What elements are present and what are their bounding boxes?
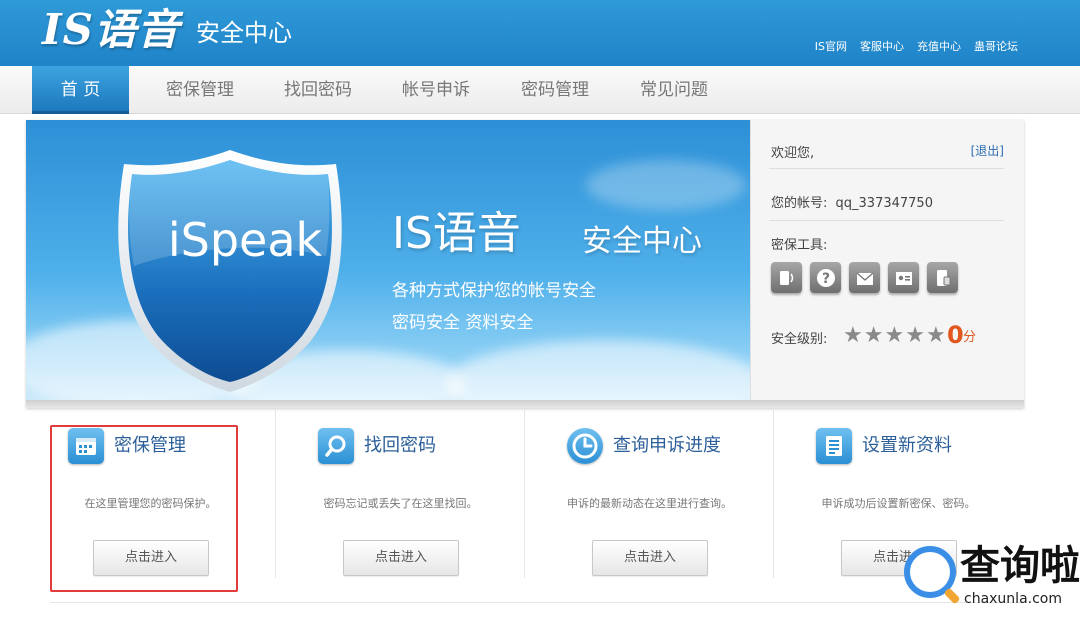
account-value: qq_337347750 — [835, 196, 933, 211]
site-header: IS语音 安全中心 IS官网 客服中心 充值中心 蛊哥论坛 — [0, 0, 1080, 66]
user-panel: 欢迎您, [退出] 您的帐号: qq_337347750 密保工具: ? 安全级… — [750, 120, 1024, 400]
banner-tagline-1: 各种方式保护您的帐号安全 — [392, 281, 596, 301]
enter-button[interactable]: 点击进入 — [592, 540, 708, 576]
svg-text:?: ? — [821, 271, 829, 287]
banner-area: iSpeak IS语音 安全中心 各种方式保护您的帐号安全 密码安全 资料安全 … — [26, 120, 1024, 408]
welcome-text: 欢迎您, — [771, 146, 815, 161]
document-icon — [816, 428, 852, 464]
main-nav: 首 页 密保管理 找回密码 帐号申诉 密码管理 常见问题 — [0, 66, 1080, 114]
clock-icon — [567, 428, 603, 464]
account-label: 您的帐号: — [771, 196, 828, 211]
card-title[interactable]: 找回密码 — [364, 434, 436, 458]
security-score-unit: 分 — [963, 330, 977, 345]
card-title[interactable]: 设置新资料 — [862, 434, 952, 458]
nav-find-password[interactable]: 找回密码 — [278, 66, 358, 114]
link-is-official[interactable]: IS官网 — [815, 38, 847, 54]
card-title[interactable]: 查询申诉进度 — [613, 434, 721, 458]
question-icon[interactable]: ? — [810, 262, 841, 293]
link-forum[interactable]: 蛊哥论坛 — [974, 38, 1018, 54]
shield-logo — [118, 150, 342, 392]
card-description: 申诉的最新动态在这里进行查询。 — [567, 497, 732, 510]
star-icon: ★ — [884, 323, 905, 348]
logout-link[interactable]: [退出] — [971, 142, 1004, 159]
watermark-url: chaxunla.com — [964, 591, 1062, 607]
banner-tagline-2: 密码安全 资料安全 — [392, 313, 534, 333]
card-appeal-progress: 查询申诉进度 申诉的最新动态在这里进行查询。 点击进入 — [524, 408, 773, 578]
nav-password-manage[interactable]: 密码管理 — [515, 66, 595, 114]
phone-icon[interactable] — [771, 262, 802, 293]
card-description: 申诉成功后设置新密保、密码。 — [821, 497, 976, 510]
site-subtitle: 安全中心 — [196, 19, 292, 47]
card-description: 密码忘记或丢失了在这里找回。 — [323, 497, 478, 510]
security-stars: ★ ★ ★ ★ ★ — [843, 324, 946, 348]
watermark-text: 查询啦 — [960, 543, 1080, 589]
banner-image: iSpeak IS语音 安全中心 各种方式保护您的帐号安全 密码安全 资料安全 — [26, 120, 750, 400]
link-recharge[interactable]: 充值中心 — [917, 38, 961, 54]
security-score: 0 — [947, 321, 964, 349]
star-icon: ★ — [843, 323, 863, 348]
nav-home[interactable]: 首 页 — [32, 66, 129, 114]
link-customer-service[interactable]: 客服中心 — [860, 38, 904, 54]
star-icon: ★ — [905, 323, 925, 348]
id-card-icon[interactable] — [888, 262, 919, 293]
card-find-password: 找回密码 密码忘记或丢失了在这里找回。 点击进入 — [275, 408, 524, 578]
top-links: IS官网 客服中心 充值中心 蛊哥论坛 — [815, 38, 1018, 54]
email-icon[interactable] — [849, 262, 880, 293]
shield-text: iSpeak — [167, 213, 323, 267]
nav-faq[interactable]: 常见问题 — [634, 66, 714, 114]
mobile-token-icon[interactable] — [927, 262, 958, 293]
banner-subtitle: 安全中心 — [582, 224, 702, 259]
security-level-label: 安全级别: — [771, 332, 828, 347]
site-logo[interactable]: IS语音 — [42, 4, 180, 60]
security-tools: ? — [771, 262, 958, 293]
watermark: 查询啦 chaxunla.com — [904, 540, 1080, 630]
star-icon: ★ — [925, 323, 946, 348]
tools-label: 密保工具: — [771, 238, 828, 253]
search-icon — [318, 428, 354, 464]
watermark-logo-icon — [904, 546, 956, 598]
highlight-box — [50, 425, 238, 592]
enter-button[interactable]: 点击进入 — [343, 540, 459, 576]
star-icon: ★ — [863, 323, 884, 348]
banner-title: IS语音 — [392, 208, 521, 259]
nav-account-appeal[interactable]: 帐号申诉 — [396, 66, 476, 114]
nav-security-manage[interactable]: 密保管理 — [160, 66, 240, 114]
